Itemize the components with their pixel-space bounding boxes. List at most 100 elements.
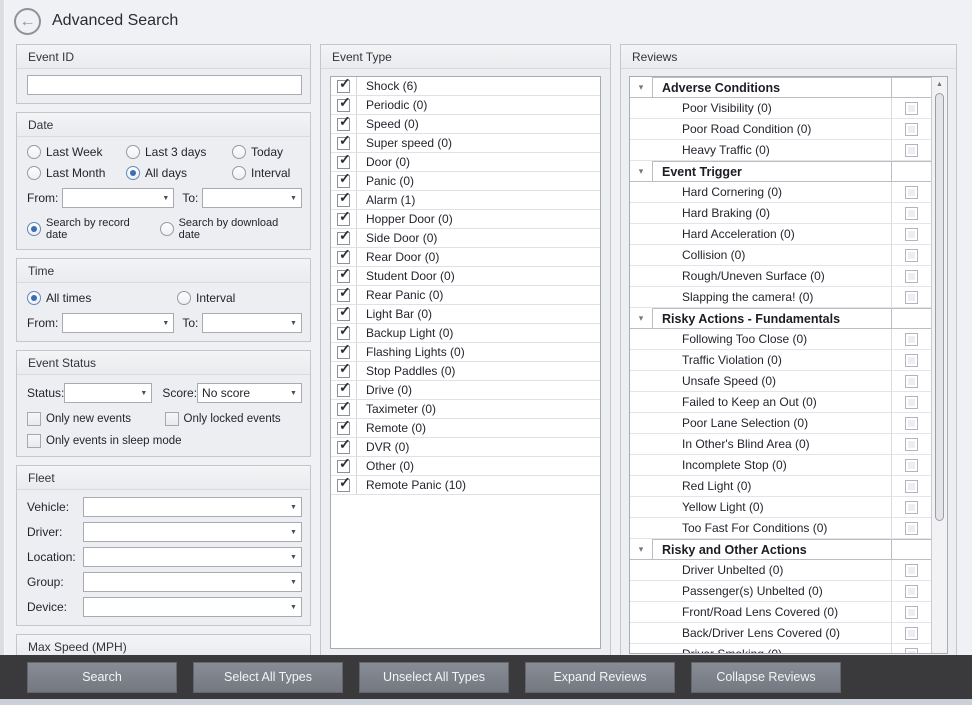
scrollbar-thumb[interactable] [935, 93, 944, 521]
event-type-checkbox[interactable]: ✓ [331, 115, 357, 133]
event-type-checkbox[interactable]: ✓ [331, 419, 357, 437]
collapse-arrow-icon[interactable]: ▾ [630, 539, 652, 559]
review-checkbox[interactable] [891, 455, 931, 475]
review-group-row[interactable]: ▾Adverse Conditions [630, 77, 931, 98]
radio-search-by-download-date[interactable]: Search by download date [160, 217, 302, 241]
date-from-dropdown[interactable]: ▼ [62, 188, 174, 208]
fleet-dropdown-group[interactable]: ▼ [83, 572, 302, 592]
event-type-row[interactable]: ✓DVR (0) [331, 438, 600, 457]
review-checkbox[interactable] [891, 119, 931, 139]
unselect-all-types-button[interactable]: Unselect All Types [359, 662, 509, 693]
radio-date-interval[interactable]: Interval [232, 166, 302, 180]
review-checkbox[interactable] [891, 497, 931, 517]
event-type-row[interactable]: ✓Rear Panic (0) [331, 286, 600, 305]
event-type-row[interactable]: ✓Door (0) [331, 153, 600, 172]
review-item-row[interactable]: Traffic Violation (0) [630, 350, 931, 371]
review-checkbox[interactable] [891, 623, 931, 643]
review-checkbox[interactable] [891, 371, 931, 391]
event-type-row[interactable]: ✓Periodic (0) [331, 96, 600, 115]
event-type-checkbox[interactable]: ✓ [331, 153, 357, 171]
review-checkbox[interactable] [891, 602, 931, 622]
event-type-checkbox[interactable]: ✓ [331, 77, 357, 95]
review-checkbox[interactable] [891, 350, 931, 370]
back-button[interactable]: ← [14, 8, 41, 35]
radio-time-all-times[interactable]: All times [27, 291, 177, 305]
review-checkbox[interactable] [891, 392, 931, 412]
review-item-row[interactable]: Following Too Close (0) [630, 329, 931, 350]
event-type-checkbox[interactable]: ✓ [331, 267, 357, 285]
fleet-dropdown-device[interactable]: ▼ [83, 597, 302, 617]
score-dropdown[interactable]: No score ▼ [197, 383, 302, 403]
event-type-row[interactable]: ✓Side Door (0) [331, 229, 600, 248]
status-dropdown[interactable]: ▼ [64, 383, 152, 403]
review-group-row[interactable]: ▾Event Trigger [630, 161, 931, 182]
review-checkbox[interactable] [891, 245, 931, 265]
review-checkbox[interactable] [891, 140, 931, 160]
review-checkbox[interactable] [891, 329, 931, 349]
review-item-row[interactable]: Hard Acceleration (0) [630, 224, 931, 245]
review-item-row[interactable]: Driver Unbelted (0) [630, 560, 931, 581]
radio-date-today[interactable]: Today [232, 145, 302, 159]
review-item-row[interactable]: In Other's Blind Area (0) [630, 434, 931, 455]
review-item-row[interactable]: Hard Braking (0) [630, 203, 931, 224]
expand-reviews-button[interactable]: Expand Reviews [525, 662, 675, 693]
radio-date-last-week[interactable]: Last Week [27, 145, 126, 159]
event-type-checkbox[interactable]: ✓ [331, 229, 357, 247]
checkbox-only-locked-events[interactable]: Only locked events [165, 412, 303, 426]
time-to-dropdown[interactable]: ▼ [202, 313, 302, 333]
checkbox-only-new-events[interactable]: Only new events [27, 412, 165, 426]
event-type-checkbox[interactable]: ✓ [331, 305, 357, 323]
review-checkbox[interactable] [891, 203, 931, 223]
review-item-row[interactable]: Heavy Traffic (0) [630, 140, 931, 161]
review-group-row[interactable]: ▾Risky and Other Actions [630, 539, 931, 560]
event-type-row[interactable]: ✓Remote Panic (10) [331, 476, 600, 495]
review-checkbox[interactable] [891, 266, 931, 286]
review-group-row[interactable]: ▾Risky Actions - Fundamentals [630, 308, 931, 329]
review-item-row[interactable]: Poor Visibility (0) [630, 98, 931, 119]
event-type-checkbox[interactable]: ✓ [331, 400, 357, 418]
event-type-checkbox[interactable]: ✓ [331, 381, 357, 399]
event-id-input[interactable] [27, 75, 302, 95]
review-item-row[interactable]: Slapping the camera! (0) [630, 287, 931, 308]
collapse-arrow-icon[interactable]: ▾ [630, 161, 652, 181]
review-checkbox[interactable] [891, 434, 931, 454]
review-item-row[interactable]: Front/Road Lens Covered (0) [630, 602, 931, 623]
scroll-up-icon[interactable]: ▲ [932, 77, 947, 91]
event-type-checkbox[interactable]: ✓ [331, 96, 357, 114]
review-item-row[interactable]: Failed to Keep an Out (0) [630, 392, 931, 413]
review-checkbox[interactable] [891, 413, 931, 433]
collapse-arrow-icon[interactable]: ▾ [630, 77, 652, 97]
event-type-checkbox[interactable]: ✓ [331, 457, 357, 475]
event-type-checkbox[interactable]: ✓ [331, 191, 357, 209]
radio-date-last-3-days[interactable]: Last 3 days [126, 145, 232, 159]
event-type-row[interactable]: ✓Drive (0) [331, 381, 600, 400]
event-type-checkbox[interactable]: ✓ [331, 343, 357, 361]
review-item-row[interactable]: Rough/Uneven Surface (0) [630, 266, 931, 287]
event-type-checkbox[interactable]: ✓ [331, 438, 357, 456]
time-from-dropdown[interactable]: ▼ [62, 313, 174, 333]
event-type-row[interactable]: ✓Backup Light (0) [331, 324, 600, 343]
review-checkbox[interactable] [891, 182, 931, 202]
review-item-row[interactable]: Too Fast For Conditions (0) [630, 518, 931, 539]
search-button[interactable]: Search [27, 662, 177, 693]
review-checkbox[interactable] [891, 581, 931, 601]
event-type-row[interactable]: ✓Super speed (0) [331, 134, 600, 153]
event-type-checkbox[interactable]: ✓ [331, 324, 357, 342]
radio-date-all-days[interactable]: All days [126, 166, 232, 180]
review-item-row[interactable]: Incomplete Stop (0) [630, 455, 931, 476]
event-type-checkbox[interactable]: ✓ [331, 286, 357, 304]
event-type-checkbox[interactable]: ✓ [331, 362, 357, 380]
event-type-row[interactable]: ✓Student Door (0) [331, 267, 600, 286]
event-type-checkbox[interactable]: ✓ [331, 210, 357, 228]
collapse-reviews-button[interactable]: Collapse Reviews [691, 662, 841, 693]
collapse-arrow-icon[interactable]: ▾ [630, 308, 652, 328]
event-type-row[interactable]: ✓Remote (0) [331, 419, 600, 438]
review-item-row[interactable]: Hard Cornering (0) [630, 182, 931, 203]
review-item-row[interactable]: Unsafe Speed (0) [630, 371, 931, 392]
event-type-row[interactable]: ✓Stop Paddles (0) [331, 362, 600, 381]
review-item-row[interactable]: Passenger(s) Unbelted (0) [630, 581, 931, 602]
review-checkbox[interactable] [891, 518, 931, 538]
review-item-row[interactable]: Yellow Light (0) [630, 497, 931, 518]
review-item-row[interactable]: Poor Lane Selection (0) [630, 413, 931, 434]
event-type-checkbox[interactable]: ✓ [331, 248, 357, 266]
